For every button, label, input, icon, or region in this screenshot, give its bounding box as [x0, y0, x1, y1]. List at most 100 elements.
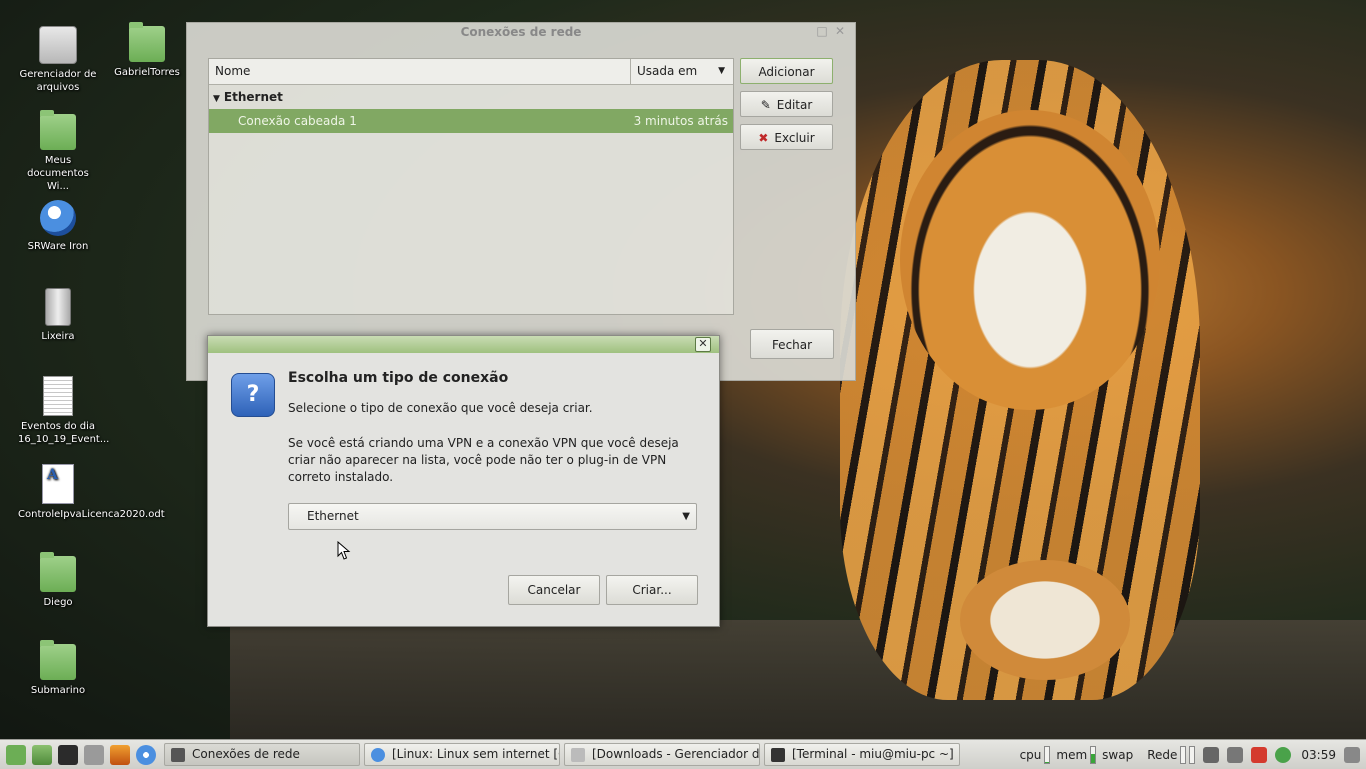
edit-button-label: Editar	[776, 98, 813, 112]
mem-label: mem	[1056, 747, 1088, 762]
sort-down-icon: ▼	[718, 66, 725, 76]
network-meter-2[interactable]	[1189, 745, 1196, 764]
mint-menu-icon[interactable]	[6, 744, 26, 765]
network-meter[interactable]	[1180, 745, 1187, 764]
delete-button[interactable]: ✖ Excluir	[740, 124, 833, 150]
add-button[interactable]: Adicionar	[740, 58, 833, 84]
drive-icon	[39, 26, 77, 64]
cancel-button[interactable]: Cancelar	[508, 575, 600, 605]
desktop-icon-gabrieltorres[interactable]: GabrielTorres	[107, 22, 187, 79]
add-button-label: Adicionar	[758, 65, 815, 79]
expander-down-icon[interactable]: ▼	[213, 94, 220, 104]
chevron-down-icon: ▼	[682, 511, 690, 522]
dialog-subtitle: Selecione o tipo de conexão que você des…	[288, 401, 593, 415]
desktop-icon-srware-iron[interactable]: SRWare Iron	[18, 200, 98, 253]
network-task-icon	[171, 747, 185, 762]
edit-button[interactable]: ✎ Editar	[740, 91, 833, 117]
desktop-icon-lixeira[interactable]: Lixeira	[18, 288, 98, 343]
browser-globe-icon	[40, 200, 76, 236]
window-controls: □ ✕	[813, 24, 849, 38]
iron-launcher-icon[interactable]	[136, 744, 156, 765]
app-c-icon[interactable]	[1251, 746, 1268, 763]
cpu-meter[interactable]	[1044, 745, 1051, 764]
clock[interactable]: 03:59	[1301, 748, 1336, 762]
terminal-launcher-icon[interactable]	[58, 744, 78, 765]
group-row-ethernet[interactable]: ▼ Ethernet	[209, 85, 733, 109]
connection-type-dialog: ✕ ? Escolha um tipo de conexão Selecione…	[207, 335, 720, 627]
connection-type-value: Ethernet	[307, 509, 359, 523]
task-downloads[interactable]: [Downloads - Gerenciador d...	[564, 743, 760, 766]
system-tray: cpu mem swap Rede 03:59	[1014, 740, 1366, 769]
odt-doc-icon	[42, 464, 74, 504]
delete-button-label: Excluir	[774, 131, 815, 145]
connections-list[interactable]: Nome Usada em ▼ ▼ Ethernet Conexão cabead…	[208, 58, 734, 315]
folder-icon	[40, 110, 76, 150]
desktop-icon-label: SRWare Iron	[27, 241, 89, 252]
browser-task-icon	[371, 747, 385, 762]
desktop-icon-diego[interactable]: Diego	[18, 552, 98, 609]
question-icon: ?	[231, 373, 275, 417]
close-button[interactable]: Fechar	[750, 329, 834, 359]
taskbar: Conexões de rede [Linux: Linux sem inter…	[0, 739, 1366, 769]
close-button-label: Fechar	[771, 338, 813, 352]
task-linux-browser[interactable]: [Linux: Linux sem internet [C...	[364, 743, 560, 766]
show-desktop-tray-icon[interactable]	[1344, 746, 1360, 763]
dialog-heading: Escolha um tipo de conexão	[288, 370, 509, 386]
connection-last-used: 3 minutos atrás	[633, 114, 728, 128]
desktop-icon-label: Diego	[43, 597, 73, 608]
desktop-icon-eventos[interactable]: Eventos do dia 16_10_19_Event...	[18, 376, 110, 446]
file-manager-launcher-icon[interactable]	[84, 744, 104, 765]
close-icon[interactable]: ✕	[831, 24, 849, 38]
connection-name: Conexão cabeada 1	[238, 114, 357, 128]
desktop-icon-file-manager[interactable]: Gerenciador de arquivos	[18, 26, 98, 94]
desktop-icon-label: ControleIpvaLicenca2020.odt	[18, 509, 165, 520]
network-plug-icon[interactable]	[1203, 746, 1220, 763]
show-desktop-icon[interactable]	[32, 744, 52, 765]
create-button-label: Criar...	[632, 583, 672, 597]
desktop-icon-label: Submarino	[30, 685, 86, 696]
dialog-info-text: Se você está criando uma VPN e a conexão…	[288, 436, 679, 484]
column-header-used-label: Usada em	[637, 64, 698, 78]
dialog-close-icon[interactable]: ✕	[695, 337, 711, 352]
terminal-task-icon	[771, 747, 785, 762]
desktop-icon-submarino[interactable]: Submarino	[18, 640, 98, 697]
wallpaper-rocks	[230, 620, 1366, 740]
trash-icon	[45, 288, 71, 326]
swap-label: swap	[1102, 747, 1134, 762]
cpu-label: cpu	[1019, 747, 1042, 762]
dialog-titlebar: ✕	[208, 336, 719, 353]
network-label: Rede	[1147, 747, 1178, 762]
column-header-name[interactable]: Nome	[209, 59, 631, 84]
connection-type-select[interactable]: Ethernet ▼	[288, 503, 697, 530]
desktop-icon-label: Eventos do dia 16_10_19_Event...	[18, 421, 110, 445]
column-header-used[interactable]: Usada em ▼	[631, 59, 733, 84]
spreadsheet-doc-icon	[43, 376, 73, 416]
desktop-icon-meus-documentos[interactable]: Meus documentos Wi...	[18, 110, 98, 193]
task-label: [Downloads - Gerenciador d...	[592, 747, 760, 761]
delete-x-icon: ✖	[758, 131, 769, 145]
network-connections-window: Conexões de rede □ ✕ Nome Usada em ▼ ▼ Eth…	[186, 22, 856, 381]
wallpaper-tiger-paw	[960, 560, 1130, 680]
task-label: [Linux: Linux sem internet [C...	[392, 747, 560, 761]
task-terminal[interactable]: [Terminal - miu@miu-pc ~]	[764, 743, 960, 766]
create-button[interactable]: Criar...	[606, 575, 698, 605]
group-label: Ethernet	[223, 90, 283, 104]
desktop-icon-label: Meus documentos Wi...	[27, 155, 89, 192]
task-label: [Terminal - miu@miu-pc ~]	[792, 747, 954, 761]
cancel-button-label: Cancelar	[527, 583, 581, 597]
desktop-icon-label: GabrielTorres	[114, 67, 180, 78]
window-title: Conexões de rede	[460, 25, 582, 39]
task-label: Conexões de rede	[192, 747, 300, 761]
maximize-icon[interactable]: □	[813, 24, 831, 38]
desktop-icon-label: Gerenciador de arquivos	[19, 69, 97, 93]
volume-icon[interactable]	[1227, 746, 1244, 763]
connection-row[interactable]: Conexão cabeada 1 3 minutos atrás	[209, 109, 733, 133]
folder-icon	[129, 22, 165, 62]
firefox-launcher-icon[interactable]	[110, 744, 130, 765]
shield-check-icon[interactable]	[1275, 746, 1292, 763]
folder-icon	[40, 640, 76, 680]
mem-meter[interactable]	[1090, 745, 1097, 764]
task-network-connections[interactable]: Conexões de rede	[164, 743, 360, 766]
desktop-icon-controleipva[interactable]: ControleIpvaLicenca2020.odt	[18, 464, 165, 521]
pencil-icon: ✎	[760, 98, 771, 112]
